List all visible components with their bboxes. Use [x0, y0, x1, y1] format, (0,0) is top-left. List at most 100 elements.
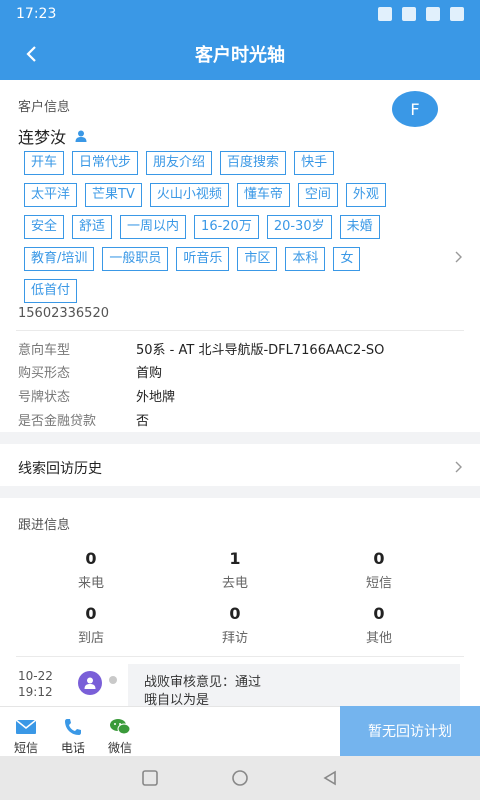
timeline-time: 19:12 [18, 685, 53, 699]
stat-incoming-call: 0 来电 [41, 549, 141, 591]
signal-icon [426, 7, 440, 21]
page-title: 客户时光轴 [195, 45, 285, 66]
stat-number: 0 [373, 549, 385, 568]
tag-list: 开车 日常代步 朋友介绍 百度搜索 快手 太平洋 芒果TV 火山小视频 懂车帝 … [24, 151, 444, 311]
back-arrow-icon [26, 46, 36, 62]
stat-label: 拜访 [221, 631, 248, 646]
chevron-right-icon [455, 461, 462, 473]
phone-label: 电话 [60, 741, 85, 755]
tag[interactable]: 安全 [24, 215, 65, 239]
wechat-icon [110, 719, 131, 735]
tag[interactable]: 火山小视频 [149, 183, 229, 207]
stat-label: 短信 [365, 576, 392, 591]
tag-row: 教育/培训 一般职员 听音乐 市区 本科 女 [24, 247, 444, 271]
stat-outgoing-call: 1 去电 [185, 549, 285, 591]
tag[interactable]: 舒适 [72, 215, 113, 239]
tag-row: 安全 舒适 一周以内 16-20万 20-30岁 未婚 [24, 215, 444, 239]
detail-value: 首购 [136, 366, 163, 381]
stat-label: 其他 [365, 631, 392, 646]
stat-visit: 0 拜访 [185, 604, 285, 646]
customer-section-title: 客户信息 [18, 100, 71, 115]
avatar[interactable]: F [392, 91, 438, 127]
tag[interactable]: 快手 [294, 151, 335, 175]
person-icon [75, 130, 87, 142]
tag[interactable]: 低首付 [24, 279, 78, 303]
tag[interactable]: 朋友介绍 [146, 151, 213, 175]
stat-number: 0 [373, 604, 385, 623]
wechat-label: 微信 [107, 741, 132, 755]
stat-store-visit: 0 到店 [41, 604, 141, 646]
status-icons [378, 7, 464, 21]
detail-row: 意向车型 50系 - AT 北斗导航版-DFL7166AAC2-SO [18, 339, 458, 358]
detail-value: 外地牌 [136, 390, 176, 405]
sms-label: 短信 [13, 741, 38, 755]
detail-label: 号牌状态 [18, 390, 71, 405]
tag[interactable]: 空间 [297, 183, 338, 207]
tag[interactable]: 日常代步 [72, 151, 139, 175]
tag-row: 低首付 [24, 279, 444, 303]
timeline-dot [109, 676, 117, 684]
stat-other: 0 其他 [329, 604, 429, 646]
tag[interactable]: 一般职员 [102, 247, 169, 271]
sms-button[interactable]: 短信 [2, 717, 50, 756]
timeline-line1: 战败审核意见：通过 [144, 675, 262, 690]
detail-value: 50系 - AT 北斗导航版-DFL7166AAC2-SO [136, 343, 385, 358]
detail-row: 号牌状态 外地牌 [18, 386, 458, 405]
tag[interactable]: 百度搜索 [220, 151, 287, 175]
vibrate-icon [378, 7, 392, 21]
app-header: 客户时光轴 [0, 28, 480, 80]
tag[interactable]: 太平洋 [24, 183, 78, 207]
tag[interactable]: 芒果TV [85, 183, 142, 207]
divider [16, 330, 464, 331]
recent-apps-icon[interactable] [141, 769, 159, 787]
tag[interactable]: 市区 [237, 247, 278, 271]
tag[interactable]: 外观 [345, 183, 386, 207]
tag[interactable]: 听音乐 [176, 247, 230, 271]
no-plan-button[interactable]: 暂无回访计划 [340, 706, 480, 756]
tag[interactable]: 一周以内 [120, 215, 187, 239]
customer-name: 连梦汝 [18, 128, 67, 147]
tag[interactable]: 本科 [285, 247, 326, 271]
wechat-button[interactable]: 微信 [96, 717, 144, 756]
stat-number: 1 [229, 549, 241, 568]
timeline-datetime: 10-22 19:12 [18, 668, 53, 700]
home-icon[interactable] [231, 769, 249, 787]
detail-row: 购买形态 首购 [18, 362, 458, 381]
tag[interactable]: 教育/培训 [24, 247, 95, 271]
status-bar: 17:23 [0, 0, 480, 28]
back-button[interactable] [18, 40, 46, 68]
timeline-card[interactable]: 战败审核意见：通过 哦自以为是 [128, 664, 460, 708]
tag[interactable]: 懂车帝 [236, 183, 290, 207]
tag[interactable]: 20-30岁 [266, 215, 332, 239]
tag-row: 开车 日常代步 朋友介绍 百度搜索 快手 [24, 151, 444, 175]
detail-label: 购买形态 [18, 366, 71, 381]
stat-number: 0 [229, 604, 241, 623]
detail-row: 是否金融贷款 否 [18, 410, 458, 429]
customer-name-row: 连梦汝 [18, 124, 88, 148]
stat-label: 来电 [77, 576, 104, 591]
tag[interactable]: 开车 [24, 151, 65, 175]
history-label: 线索回访历史 [18, 461, 102, 477]
wifi-icon [402, 7, 416, 21]
battery-icon [450, 7, 464, 21]
stat-label: 去电 [221, 576, 248, 591]
stat-number: 0 [85, 549, 97, 568]
chevron-right-icon[interactable] [452, 251, 464, 263]
tag[interactable]: 女 [333, 247, 361, 271]
tag-row: 太平洋 芒果TV 火山小视频 懂车帝 空间 外观 [24, 183, 444, 207]
tag[interactable]: 16-20万 [194, 215, 259, 239]
followup-section-title: 跟进信息 [18, 518, 71, 533]
stat-sms: 0 短信 [329, 549, 429, 591]
tag[interactable]: 未婚 [339, 215, 380, 239]
detail-label: 是否金融贷款 [18, 414, 97, 429]
mail-icon [15, 719, 37, 734]
detail-label: 意向车型 [18, 343, 71, 358]
back-nav-icon[interactable] [321, 769, 339, 787]
stat-label: 到店 [77, 631, 104, 646]
customer-phone[interactable]: 15602336520 [18, 306, 109, 321]
system-nav-bar [0, 756, 480, 800]
person-icon [84, 677, 96, 689]
timeline-date: 10-22 [18, 669, 53, 683]
timeline-avatar [78, 671, 102, 695]
phone-button[interactable]: 电话 [49, 717, 97, 756]
